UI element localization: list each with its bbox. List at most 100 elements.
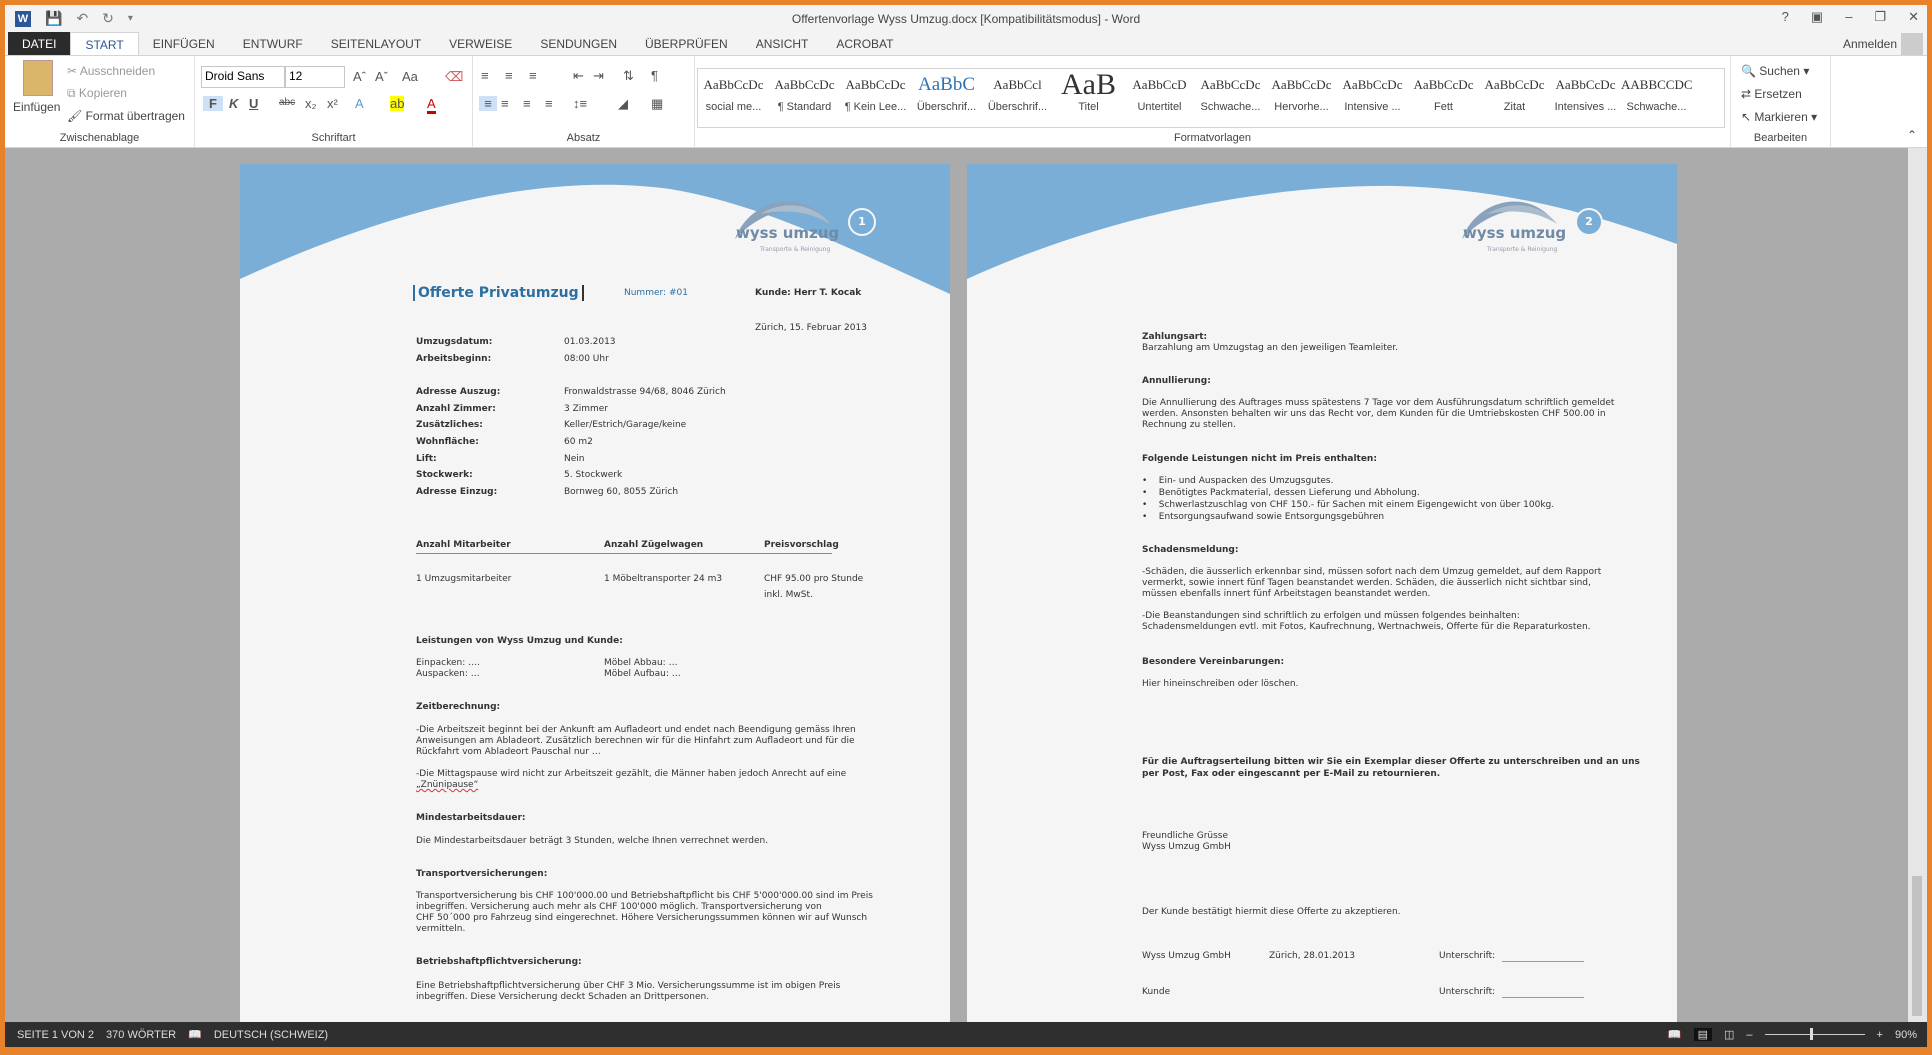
- zoom-level[interactable]: 90%: [1895, 1029, 1917, 1041]
- scrollbar-thumb[interactable]: [1912, 876, 1922, 1016]
- tab-sendungen[interactable]: SENDUNGEN: [526, 32, 631, 56]
- print-layout-icon[interactable]: ▤: [1693, 1028, 1712, 1041]
- shrink-font-icon[interactable]: Aˇ: [375, 69, 388, 84]
- style-item[interactable]: AaBbCcDc Zitat: [1479, 69, 1550, 127]
- avatar[interactable]: [1901, 33, 1923, 55]
- tab-start[interactable]: START: [70, 32, 139, 56]
- page-count[interactable]: SEITE 1 VON 2: [17, 1029, 94, 1041]
- decrease-indent-icon[interactable]: ⇤: [573, 68, 584, 84]
- tab-acrobat[interactable]: ACROBAT: [822, 32, 907, 56]
- replace-button[interactable]: ⇄ Ersetzen: [1741, 87, 1802, 101]
- numbering-icon[interactable]: ≡: [505, 68, 513, 83]
- font-color-icon[interactable]: A: [427, 96, 436, 114]
- tab-ueberpruefen[interactable]: ÜBERPRÜFEN: [631, 32, 742, 56]
- zoom-slider[interactable]: [1764, 1028, 1865, 1040]
- select-button[interactable]: ↖ Markieren ▾: [1741, 110, 1817, 124]
- section-heading: Annullierung:: [1142, 376, 1211, 386]
- customize-quick-access-icon[interactable]: ▾: [128, 13, 133, 24]
- paragraph-line: -Schäden, die äusserlich erkennbar sind,…: [1142, 567, 1602, 577]
- style-name: social me...: [705, 101, 762, 113]
- style-item[interactable]: AaBbCcDc ¶ Kein Lee...: [840, 69, 911, 127]
- restore-button[interactable]: ❐: [1874, 9, 1886, 25]
- style-item[interactable]: AaBbCcDc Fett: [1408, 69, 1479, 127]
- superscript-icon[interactable]: x²: [327, 96, 338, 111]
- tab-einfuegen[interactable]: EINFÜGEN: [139, 32, 229, 56]
- tab-seitenlayout[interactable]: SEITENLAYOUT: [317, 32, 435, 56]
- style-preview: AaBbCcDc: [703, 77, 764, 92]
- word-count[interactable]: 370 WÖRTER: [106, 1029, 176, 1041]
- style-preview: AaBbCcDc: [1200, 77, 1261, 92]
- bullets-icon[interactable]: ≡: [481, 68, 489, 83]
- zoom-slider-thumb[interactable]: [1809, 1028, 1813, 1040]
- find-button[interactable]: 🔍 Suchen ▾: [1741, 64, 1809, 78]
- zoom-in-button[interactable]: +: [1877, 1029, 1883, 1041]
- cut-button[interactable]: ✂ Ausschneiden: [67, 64, 155, 78]
- clear-formatting-icon[interactable]: ⌫: [445, 69, 463, 85]
- ribbon-display-icon[interactable]: ▣: [1811, 9, 1823, 25]
- style-item[interactable]: AABBCCDC Schwache...: [1621, 69, 1692, 127]
- font-size-select[interactable]: 12: [285, 66, 345, 88]
- style-item[interactable]: AaBbC Überschrif...: [911, 69, 982, 127]
- collapse-ribbon-icon[interactable]: ⌃: [1907, 128, 1917, 142]
- shading-icon[interactable]: ◢: [618, 96, 628, 112]
- undo-icon[interactable]: ↶: [76, 10, 88, 27]
- save-icon[interactable]: 💾: [45, 10, 62, 27]
- tab-ansicht[interactable]: ANSICHT: [742, 32, 823, 56]
- style-item[interactable]: AaB Titel: [1053, 69, 1124, 127]
- strikethrough-button[interactable]: abc: [279, 97, 295, 108]
- borders-icon[interactable]: ▦: [651, 96, 663, 112]
- company-logo: wyss umzug: [736, 224, 840, 242]
- style-item[interactable]: AaBbCcD Untertitel: [1124, 69, 1195, 127]
- style-item[interactable]: AaBbCcDc Hervorhe...: [1266, 69, 1337, 127]
- sign-in-link[interactable]: Anmelden: [1843, 37, 1897, 51]
- italic-button[interactable]: K: [229, 96, 238, 111]
- web-layout-icon[interactable]: ◫: [1724, 1028, 1734, 1041]
- style-item[interactable]: AaBbCcDc Intensive ...: [1337, 69, 1408, 127]
- redo-icon[interactable]: ↻: [102, 10, 114, 27]
- increase-indent-icon[interactable]: ⇥: [593, 68, 604, 84]
- tab-verweise[interactable]: VERWEISE: [435, 32, 526, 56]
- group-label: Absatz: [566, 132, 601, 144]
- read-mode-icon[interactable]: 📖: [1668, 1028, 1682, 1041]
- bold-button[interactable]: F: [203, 96, 223, 111]
- style-item[interactable]: AaBbCcDc Schwache...: [1195, 69, 1266, 127]
- tab-entwurf[interactable]: ENTWURF: [229, 32, 317, 56]
- font-name-select[interactable]: Droid Sans: [201, 66, 285, 88]
- align-left-icon[interactable]: ≡: [479, 96, 497, 111]
- zoom-out-button[interactable]: –: [1746, 1029, 1752, 1041]
- offer-title[interactable]: Offerte Privatumzug: [413, 285, 584, 301]
- sort-icon[interactable]: ⇅: [623, 68, 634, 84]
- style-item[interactable]: AaBbCcl Überschrif...: [982, 69, 1053, 127]
- grow-font-icon[interactable]: Aˆ: [353, 69, 366, 84]
- line-spacing-icon[interactable]: ↕≡: [573, 96, 587, 111]
- close-button[interactable]: ✕: [1908, 9, 1919, 25]
- proofing-icon[interactable]: 📖: [188, 1028, 202, 1041]
- format-painter-button[interactable]: 🖌 Format übertragen: [67, 109, 185, 123]
- title-bar: W 💾 ↶ ↻ ▾ Offertenvorlage Wyss Umzug.doc…: [5, 5, 1927, 32]
- underline-button[interactable]: U: [249, 96, 258, 111]
- change-case-button[interactable]: Aa: [402, 69, 418, 84]
- pilcrow-icon[interactable]: ¶: [651, 68, 658, 83]
- help-button[interactable]: ?: [1782, 9, 1789, 25]
- paste-icon[interactable]: [23, 60, 53, 96]
- style-item[interactable]: AaBbCcDc Intensives ...: [1550, 69, 1621, 127]
- copy-button[interactable]: ⧉ Kopieren: [67, 86, 127, 101]
- subscript-icon[interactable]: x₂: [305, 96, 317, 111]
- style-item[interactable]: AaBbCcDc ¶ Standard: [769, 69, 840, 127]
- field-value: Nein: [564, 454, 585, 464]
- align-center-icon[interactable]: ≡: [501, 96, 509, 111]
- align-right-icon[interactable]: ≡: [523, 96, 531, 111]
- paste-button[interactable]: Einfügen: [13, 100, 60, 114]
- cut-label: Ausschneiden: [79, 64, 156, 78]
- tab-datei[interactable]: DATEI: [8, 32, 71, 56]
- minimize-button[interactable]: –: [1845, 9, 1852, 25]
- vertical-scrollbar[interactable]: [1908, 148, 1927, 1023]
- language[interactable]: DEUTSCH (SCHWEIZ): [214, 1029, 328, 1041]
- ribbon-tabs: DATEI START EINFÜGEN ENTWURF SEITENLAYOU…: [5, 32, 1927, 56]
- text-effects-icon[interactable]: A: [355, 96, 364, 111]
- multilevel-list-icon[interactable]: ≡: [529, 68, 537, 83]
- paragraph-line[interactable]: Hier hineinschreiben oder löschen.: [1142, 679, 1298, 690]
- justify-icon[interactable]: ≡: [545, 96, 553, 111]
- style-item[interactable]: AaBbCcDc social me...: [698, 69, 769, 127]
- highlight-icon[interactable]: ab: [390, 96, 405, 111]
